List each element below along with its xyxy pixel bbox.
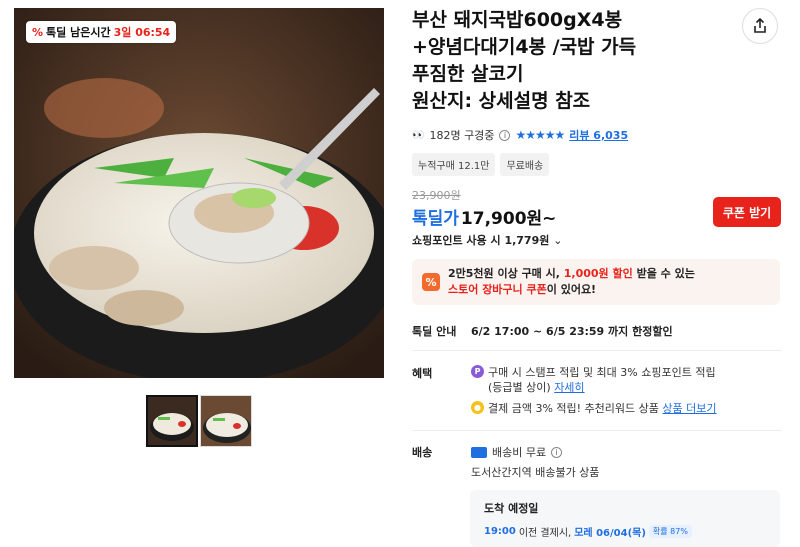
deal-info-value: 6/2 17:00 ~ 6/5 23:59 까지 한정할인 (471, 325, 673, 338)
promo-text: 2만5천원 이상 구매 시, 1,000원 할인 받을 수 있는 스토어 장바구… (448, 267, 695, 296)
arrival-date: 모레 06/04(목) (574, 528, 646, 539)
coin-icon: ● (471, 401, 484, 414)
thumbnail-1[interactable] (146, 395, 198, 447)
points-row[interactable]: 쇼핑포인트 사용 시 1,779원 ⌄ (412, 232, 562, 248)
arrival-estimate-box: 도착 예정일 19:00 이전 결제시, 모레 06/04(목) 확률 87% (470, 490, 780, 547)
review-link[interactable]: 리뷰 6,035 (569, 127, 628, 143)
original-price: 23,900원 (412, 189, 461, 202)
arrival-title: 도착 예정일 (484, 502, 539, 515)
rating-stars: ★★★★★ (515, 128, 565, 142)
title-line: +양념다대기4봉 /국밥 가득 (412, 36, 637, 58)
info-icon[interactable]: i (551, 446, 563, 458)
benefit-line-stamp: P 구매 시 스탬프 적립 및 최대 3% 쇼핑포인트 적립 (등급별 상이) … (471, 365, 716, 395)
coupon-button[interactable]: 쿠폰 받기 (713, 197, 781, 227)
product-main-image[interactable]: % 톡딜 남은시간 3일 06:54 (14, 8, 384, 378)
arrival-probability-badge: 확률 87% (648, 525, 692, 538)
benefit-section: 혜택 P 구매 시 스탬프 적립 및 최대 3% 쇼핑포인트 적립 (등급별 상… (412, 365, 782, 435)
share-icon (754, 18, 766, 33)
title-line: 푸짐한 살코기 (412, 63, 524, 85)
deal-price-label: 톡딜가 (412, 209, 459, 229)
info-icon[interactable]: i (499, 129, 511, 141)
title-line: 부산 돼지국밥600gX4봉 (412, 9, 623, 31)
thumbnail-list (146, 395, 252, 447)
chip-purchase-count: 누적구매 12.1만 (412, 153, 496, 176)
points-text: 쇼핑포인트 사용 시 1,779원 (412, 234, 550, 247)
arrival-cutoff-time: 19:00 (484, 526, 516, 537)
deal-timer-value: 3일 06:54 (113, 26, 171, 39)
store-coupon-banner[interactable]: % 2만5천원 이상 구매 시, 1,000원 할인 받을 수 있는 스토어 장… (412, 259, 780, 305)
eyes-icon: 👀 (412, 129, 425, 141)
title-line: 원산지: 상세설명 참조 (412, 90, 591, 112)
product-page: % 톡딜 남은시간 3일 06:54 부산 돼지국밥600gX4봉 +양념다대기… (0, 0, 800, 547)
arrival-detail: 19:00 이전 결제시, 모레 06/04(목) 확률 87% (484, 524, 766, 539)
benefit-label: 혜택 (412, 367, 433, 380)
deal-price-value: 17,900원~ (460, 209, 557, 229)
gukbap-photo (14, 8, 384, 378)
more-products-link[interactable]: 상품 더보기 (662, 402, 716, 415)
deal-price: 톡딜가 17,900원~ (412, 204, 556, 229)
shipping-label: 배송 (412, 446, 433, 459)
thumbnail-2[interactable] (200, 395, 252, 447)
percent-icon: % (32, 25, 44, 39)
chevron-down-icon: ⌄ (553, 234, 563, 247)
deal-info-label: 톡딜 안내 (412, 325, 457, 338)
viewer-count: 182명 구경중 (429, 129, 495, 142)
shipping-fee-text: 배송비 무료 (492, 446, 547, 459)
truck-icon (471, 446, 487, 458)
divider (412, 430, 782, 431)
benefit-line-reward: ● 결제 금액 3% 적립! 추천리워드 상품 상품 더보기 (471, 401, 717, 416)
product-title: 부산 돼지국밥600gX4봉 +양념다대기4봉 /국밥 가득 푸짐한 살코기 원… (412, 7, 712, 115)
point-icon: P (471, 365, 484, 378)
deal-timer-label: 톡딜 남은시간 (46, 26, 111, 39)
share-button[interactable] (742, 8, 778, 44)
divider (412, 350, 782, 351)
product-chips: 누적구매 12.1만 무료배송 (412, 153, 550, 176)
deal-timer-badge: % 톡딜 남은시간 3일 06:54 (26, 21, 177, 43)
rating-row: 👀 182명 구경중 i ★★★★★ 리뷰 6,035 (412, 127, 628, 143)
shipping-restriction: 도서산간지역 배송불가 상품 (471, 466, 600, 479)
benefit-detail-link[interactable]: 자세히 (554, 381, 584, 394)
coupon-icon: % (422, 273, 440, 291)
chip-free-shipping: 무료배송 (500, 153, 550, 176)
shipping-fee: 배송비 무료 i (471, 444, 563, 460)
